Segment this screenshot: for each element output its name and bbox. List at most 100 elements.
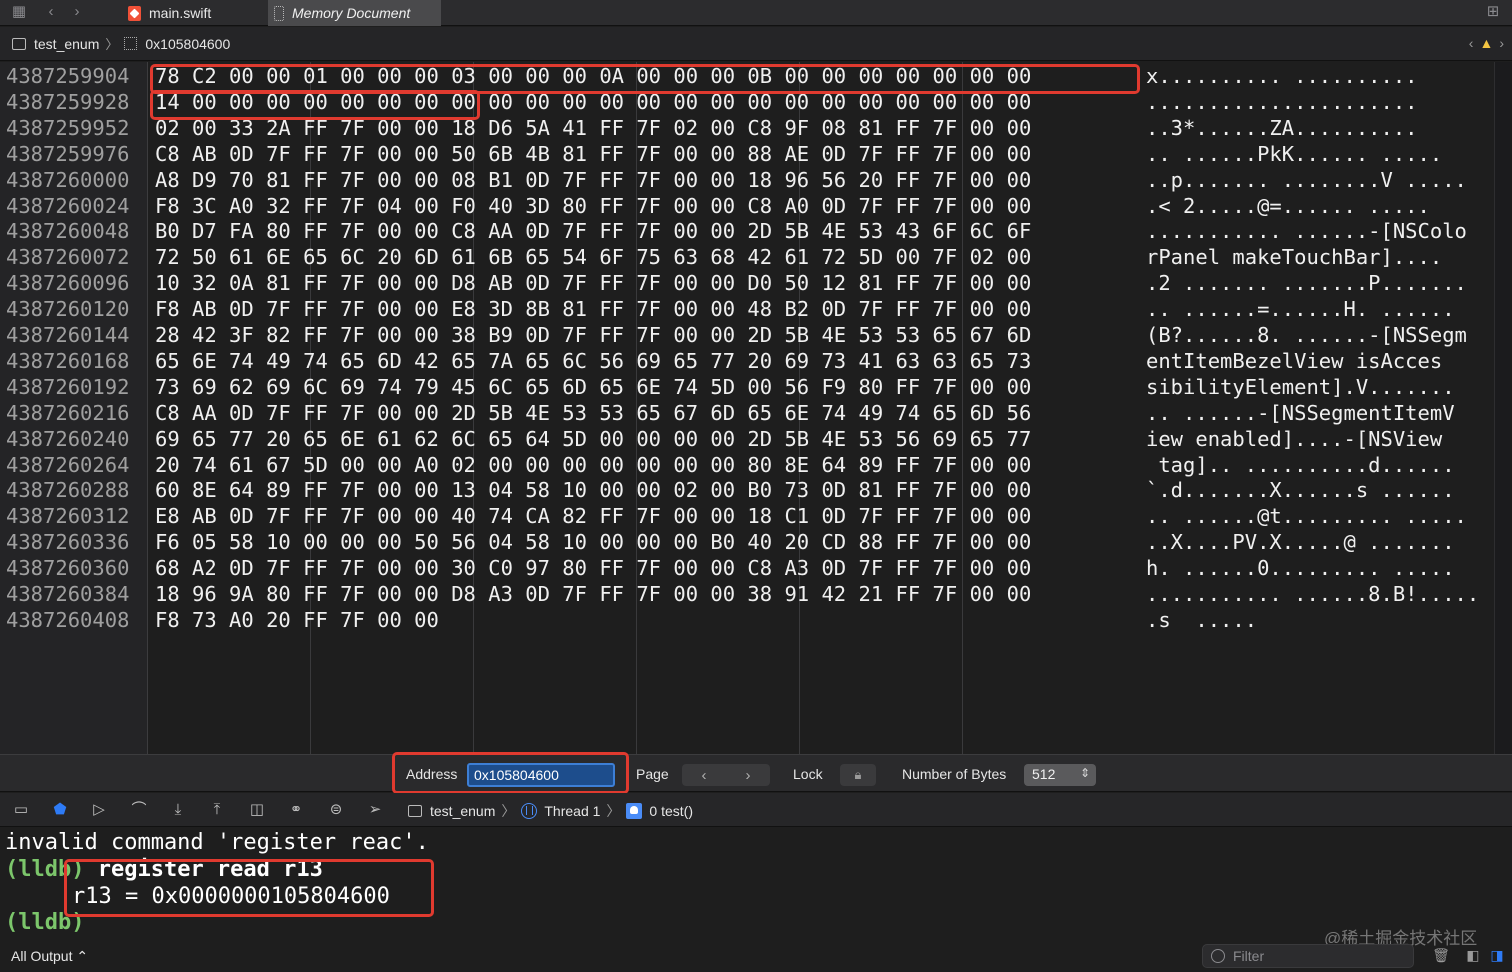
memory-hex-row[interactable]: 28 42 3F 82 FF 7F 00 00 38 B9 0D 7F FF 7… <box>155 323 1031 347</box>
memory-hex-row[interactable]: 18 96 9A 80 FF 7F 00 00 D8 A3 0D 7F FF 7… <box>155 582 1031 606</box>
memory-icon <box>124 37 138 50</box>
breakpoints-icon[interactable]: ⬟ <box>49 800 71 820</box>
memory-hex-row[interactable]: 72 50 61 6E 65 6C 20 6D 61 6B 65 54 6F 7… <box>155 245 1031 269</box>
memory-ascii-row[interactable]: .2 ....... .......P....... <box>1146 271 1467 295</box>
memory-view[interactable]: 4387259904 78 C2 00 00 01 00 00 00 03 00 … <box>0 62 1512 754</box>
jumpbar-target[interactable]: test_enum <box>34 36 99 52</box>
memory-hex-row[interactable]: A8 D9 70 81 FF 7F 00 00 08 B1 0D 7F FF 7… <box>155 168 1031 192</box>
memory-ascii-row[interactable]: ..p....... ........V ..... <box>1146 168 1467 192</box>
vertical-scrollbar[interactable] <box>1494 62 1512 754</box>
memory-hex-row[interactable]: 73 69 62 69 6C 69 74 79 45 6C 65 6D 65 6… <box>155 375 1031 399</box>
memory-hex-row[interactable]: F8 3C A0 32 FF 7F 04 00 F0 40 3D 80 FF 7… <box>155 194 1031 218</box>
chevron-right-icon[interactable]: › <box>746 767 751 784</box>
memory-hex-row[interactable]: F8 73 A0 20 FF 7F 00 00 <box>155 608 439 632</box>
thread-icon <box>521 803 538 819</box>
debug-frame[interactable]: 0 test() <box>649 803 693 819</box>
tab-main-swift[interactable]: main.swift <box>128 0 258 26</box>
memory-hex-row[interactable]: 69 65 77 20 65 6E 61 62 6C 65 64 5D 00 0… <box>155 427 1031 451</box>
filter-field[interactable]: Filter <box>1202 944 1414 968</box>
memory-ascii-row[interactable]: .s ..... <box>1146 608 1257 632</box>
forward-arrow-icon[interactable]: › <box>66 2 88 22</box>
trash-icon[interactable]: 🗑︎ <box>1432 946 1450 964</box>
memory-hex-row[interactable]: 65 6E 74 49 74 65 6D 42 65 7A 65 6C 56 6… <box>155 349 1031 373</box>
chevron-right-icon[interactable]: › <box>1499 35 1504 51</box>
jumpbar-address[interactable]: 0x105804600 <box>145 36 230 52</box>
back-arrow-icon[interactable]: ‹ <box>40 2 62 22</box>
memory-ascii-row[interactable]: `.d.......X......s ...... <box>1146 478 1455 502</box>
tab-memory-document[interactable]: Memory Document <box>268 0 441 26</box>
memory-address: 4387260216 <box>6 400 130 425</box>
memory-document-icon <box>274 5 284 21</box>
tab-label: main.swift <box>149 5 212 21</box>
view-hierarchy-icon[interactable]: ◫ <box>246 800 268 820</box>
variables-view-icon[interactable]: ◧ <box>1464 946 1482 964</box>
page-stepper[interactable]: ‹ › <box>682 764 770 786</box>
memory-ascii-row[interactable]: (B?......8. ......-[NSSegm <box>1146 323 1467 347</box>
step-out-icon[interactable]: ⤒ <box>206 800 228 820</box>
target-icon <box>12 37 26 50</box>
memory-ascii-row[interactable]: .. ......PkK...... ..... <box>1146 142 1442 166</box>
memory-address: 4387259952 <box>6 115 130 140</box>
memory-hex-row[interactable]: B0 D7 FA 80 FF 7F 00 00 C8 AA 0D 7F FF 7… <box>155 219 1031 243</box>
memory-ascii-row[interactable]: ...................... <box>1146 90 1418 114</box>
address-input[interactable] <box>467 763 615 787</box>
debug-thread[interactable]: Thread 1 <box>544 803 600 819</box>
memory-ascii-row[interactable]: x.......... .......... <box>1146 64 1418 88</box>
console-view-icon[interactable]: ◨ <box>1488 946 1506 964</box>
memory-address: 4387260144 <box>6 323 130 347</box>
memory-address: 4387260336 <box>6 530 130 555</box>
memory-hex-row[interactable]: C8 AB 0D 7F FF 7F 00 00 50 6B 4B 81 FF 7… <box>155 142 1031 166</box>
memory-hex-row[interactable]: C8 AA 0D 7F FF 7F 00 00 2D 5B 4E 53 53 6… <box>155 401 1031 425</box>
lock-button[interactable]: 🔒︎ <box>840 764 876 786</box>
highlight-box-row2 <box>150 90 480 120</box>
step-into-icon[interactable]: ⤓ <box>167 800 189 820</box>
environment-overrides-icon[interactable]: ⊜ <box>325 800 347 820</box>
tab-label: Memory Document <box>292 5 411 21</box>
console-status-bar: All Output ⌃ @稀土掘金技术社区 Filter 🗑︎ ◧ ◨ <box>0 929 1512 972</box>
memory-address: 4387260312 <box>6 504 130 529</box>
continue-icon[interactable]: ▷ <box>88 800 110 820</box>
memory-ascii-row[interactable]: ..X....PV.X.....@ ....... <box>1146 530 1455 554</box>
grid-icon[interactable]: ▦ <box>8 2 30 22</box>
memory-ascii-row[interactable]: ..3*......ZA.......... <box>1146 116 1418 140</box>
memory-graph-icon[interactable]: ⚭ <box>285 800 307 820</box>
chevron-left-icon[interactable]: ‹ <box>1469 35 1474 51</box>
memory-hex-row[interactable]: 20 74 61 67 5D 00 00 A0 02 00 00 00 00 0… <box>155 453 1031 477</box>
lldb-console[interactable]: invalid command 'register reac'. (lldb) … <box>0 828 1512 940</box>
memory-hex-row[interactable]: F8 AB 0D 7F FF 7F 00 00 E8 3D 8B 81 FF 7… <box>155 297 1031 321</box>
swift-file-icon <box>128 5 141 21</box>
memory-address: 4387260072 <box>6 245 130 270</box>
memory-address: 4387260168 <box>6 348 130 373</box>
memory-ascii-row[interactable]: tag].. ..........d...... <box>1146 453 1454 477</box>
output-selector[interactable]: All Output ⌃ <box>11 948 88 965</box>
memory-ascii-row[interactable]: .. ......@t......... ..... <box>1146 504 1467 528</box>
memory-ascii-row[interactable]: .. ......-[NSSegmentItemV <box>1146 401 1455 425</box>
simulate-location-icon[interactable]: ➢ <box>364 800 386 820</box>
memory-ascii-row[interactable]: entItemBezelView isAcces <box>1146 349 1442 373</box>
memory-hex-row[interactable]: 60 8E 64 89 FF 7F 00 00 13 04 58 10 00 0… <box>155 478 1031 502</box>
memory-ascii-row[interactable]: iew enabled]....-[NSView <box>1146 427 1442 451</box>
hide-debug-area-icon[interactable]: ▭ <box>10 800 32 820</box>
step-over-icon[interactable]: ⌒ <box>128 800 150 820</box>
memory-address: 4387260360 <box>6 556 130 581</box>
memory-ascii-row[interactable]: ........... ......-[NSColo <box>1146 219 1467 243</box>
memory-ascii-row[interactable]: .. ......=......H. ...... <box>1146 297 1455 321</box>
debug-target[interactable]: test_enum <box>430 803 495 819</box>
warning-icon[interactable]: ▲ <box>1479 35 1493 51</box>
memory-ascii-row[interactable]: ........... ......8.B!..... <box>1146 582 1479 606</box>
memory-hex-row[interactable]: E8 AB 0D 7F FF 7F 00 00 40 74 CA 82 FF 7… <box>155 504 1031 528</box>
bytes-select[interactable]: 512 ⇕ <box>1024 764 1096 786</box>
split-editor-icon[interactable]: ⊞ <box>1482 2 1504 22</box>
memory-hex-row[interactable]: F6 05 58 10 00 00 00 50 56 04 58 10 00 0… <box>155 530 1031 554</box>
memory-ascii-row[interactable]: .< 2.....@=...... ..... <box>1146 194 1430 218</box>
memory-address: 4387260384 <box>6 582 130 606</box>
console-line: invalid command 'register reac'. <box>5 830 429 855</box>
memory-ascii-row[interactable]: sibilityElement].V....... <box>1146 375 1455 399</box>
chevron-right-icon: 〉 <box>105 37 119 52</box>
memory-hex-row[interactable]: 10 32 0A 81 FF 7F 00 00 D8 AB 0D 7F FF 7… <box>155 271 1031 295</box>
chevron-left-icon[interactable]: ‹ <box>702 767 707 784</box>
memory-ascii-row[interactable]: h. ......0......... ..... <box>1146 556 1455 580</box>
memory-hex-row[interactable]: 68 A2 0D 7F FF 7F 00 00 30 C0 97 80 FF 7… <box>155 556 1031 580</box>
memory-ascii-row[interactable]: rPanel makeTouchBar].... <box>1146 245 1442 269</box>
target-icon <box>408 805 422 817</box>
